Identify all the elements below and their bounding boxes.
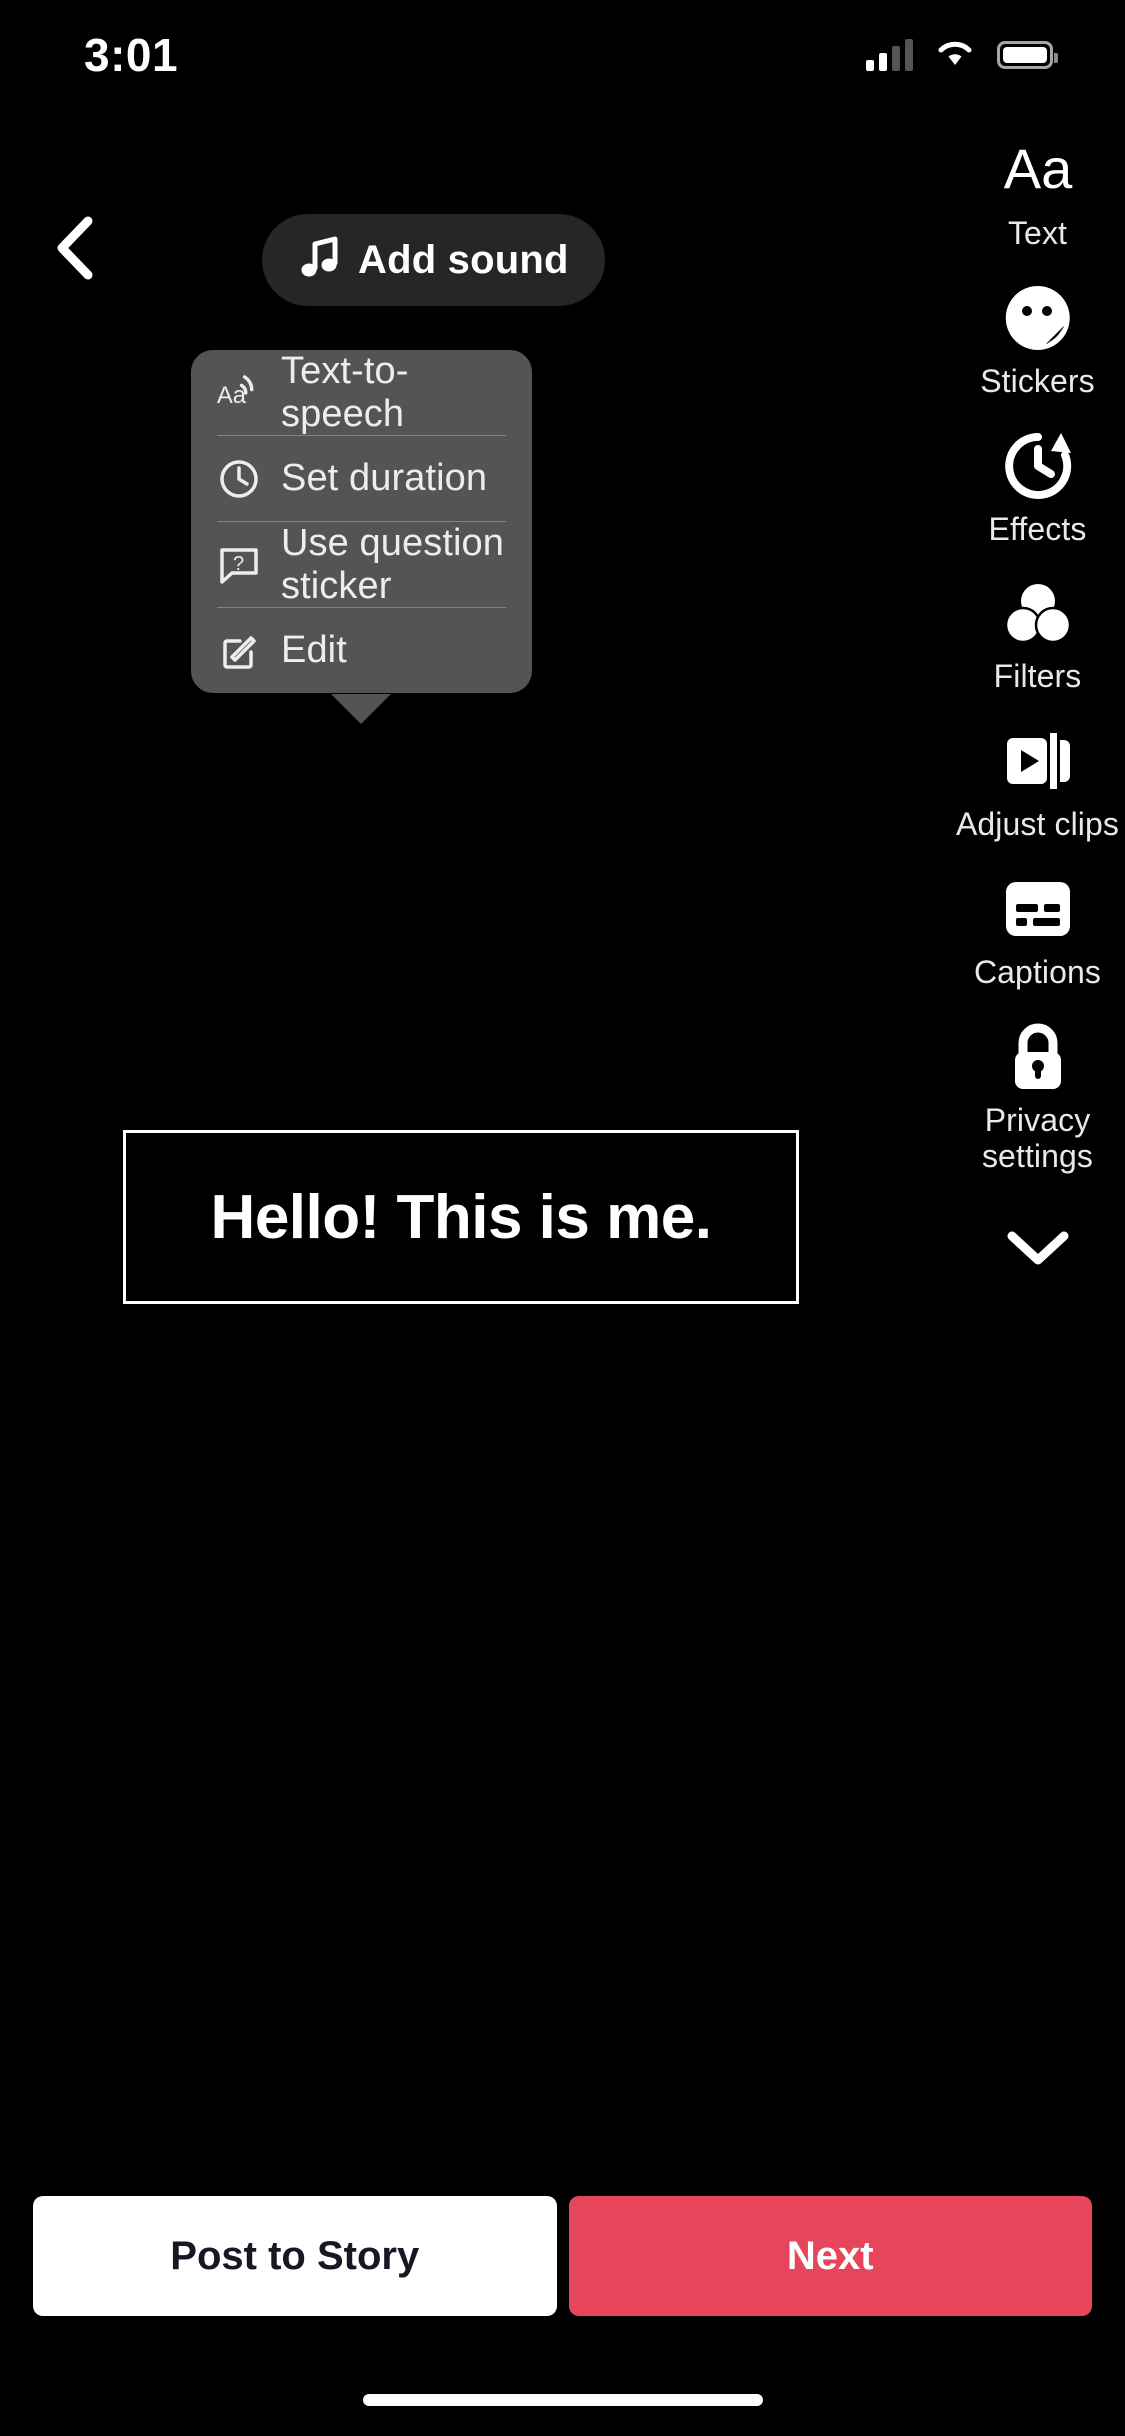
- wifi-icon: [935, 38, 975, 73]
- text-overlay-value: Hello! This is me.: [210, 1182, 712, 1252]
- next-button[interactable]: Next: [568, 2196, 1092, 2316]
- tool-label: Privacy settings: [981, 1101, 1094, 1174]
- tool-stickers[interactable]: Stickers: [950, 278, 1125, 400]
- menu-item-label: Text-to-speech: [281, 349, 409, 435]
- text-aa-icon: Aa: [993, 130, 1083, 210]
- clock-icon: [217, 457, 261, 501]
- status-bar: 3:01: [0, 0, 1125, 110]
- cellular-signal-icon: [866, 39, 913, 71]
- svg-text:?: ?: [233, 553, 244, 575]
- filters-circles-icon: [1002, 573, 1074, 653]
- status-icons: [866, 38, 1058, 73]
- battery-icon: [997, 41, 1058, 69]
- sticker-smiley-icon: [1002, 278, 1074, 358]
- text-overlay[interactable]: Hello! This is me.: [123, 1130, 799, 1304]
- menu-item-label: Set duration: [281, 457, 488, 499]
- back-button[interactable]: [30, 205, 120, 295]
- svg-text:Aa: Aa: [1003, 140, 1072, 200]
- lock-icon: [1005, 1017, 1071, 1097]
- next-label: Next: [786, 2233, 874, 2278]
- tool-label: Stickers: [980, 362, 1095, 399]
- captions-icon: [1002, 869, 1074, 949]
- post-to-story-button[interactable]: Post to Story: [33, 2196, 557, 2316]
- menu-item-label: Edit: [281, 629, 347, 671]
- post-to-story-label: Post to Story: [170, 2233, 420, 2278]
- home-indicator: [362, 2394, 763, 2406]
- tool-label: Text: [1007, 215, 1068, 251]
- tool-captions[interactable]: Captions: [950, 869, 1125, 991]
- context-menu: Aa Text-to-speech Set duration ? Use que…: [191, 350, 532, 693]
- right-toolbar: Aa Text Stickers Effects Filters Adjust …: [950, 130, 1125, 1291]
- chevron-left-icon: [52, 213, 98, 288]
- bottom-action-bar: Post to Story Next: [0, 2196, 1125, 2316]
- effects-clock-icon: [1001, 426, 1075, 506]
- status-time: 3:01: [84, 29, 179, 81]
- menu-item-set-duration[interactable]: Set duration: [217, 436, 506, 521]
- chevron-down-icon: [1006, 1228, 1070, 1273]
- tool-privacy-settings[interactable]: Privacy settings: [950, 1017, 1125, 1175]
- tool-adjust-clips[interactable]: Adjust clips: [950, 721, 1125, 843]
- menu-item-text-to-speech[interactable]: Aa Text-to-speech: [217, 350, 506, 435]
- menu-item-label: Use question sticker: [281, 521, 505, 607]
- tool-label: Adjust clips: [955, 806, 1120, 843]
- add-sound-button[interactable]: Add sound: [262, 214, 605, 306]
- menu-item-use-question-sticker[interactable]: ? Use question sticker: [217, 522, 506, 607]
- text-to-speech-icon: Aa: [217, 371, 261, 415]
- tool-effects[interactable]: Effects: [950, 426, 1125, 548]
- adjust-clips-icon: [1001, 721, 1075, 801]
- menu-item-edit[interactable]: Edit: [217, 608, 506, 693]
- tool-filters[interactable]: Filters: [950, 573, 1125, 695]
- music-note-icon: [298, 235, 342, 286]
- pencil-square-icon: [217, 629, 261, 673]
- add-sound-label: Add sound: [358, 237, 569, 282]
- tool-label: Filters: [993, 658, 1082, 695]
- tool-label: Captions: [973, 954, 1102, 991]
- question-bubble-icon: ?: [217, 543, 261, 587]
- tool-text[interactable]: Aa Text: [950, 130, 1125, 252]
- tool-label: Effects: [988, 510, 1087, 547]
- context-menu-pointer: [331, 694, 391, 724]
- collapse-toolbar-button[interactable]: [950, 1211, 1125, 1291]
